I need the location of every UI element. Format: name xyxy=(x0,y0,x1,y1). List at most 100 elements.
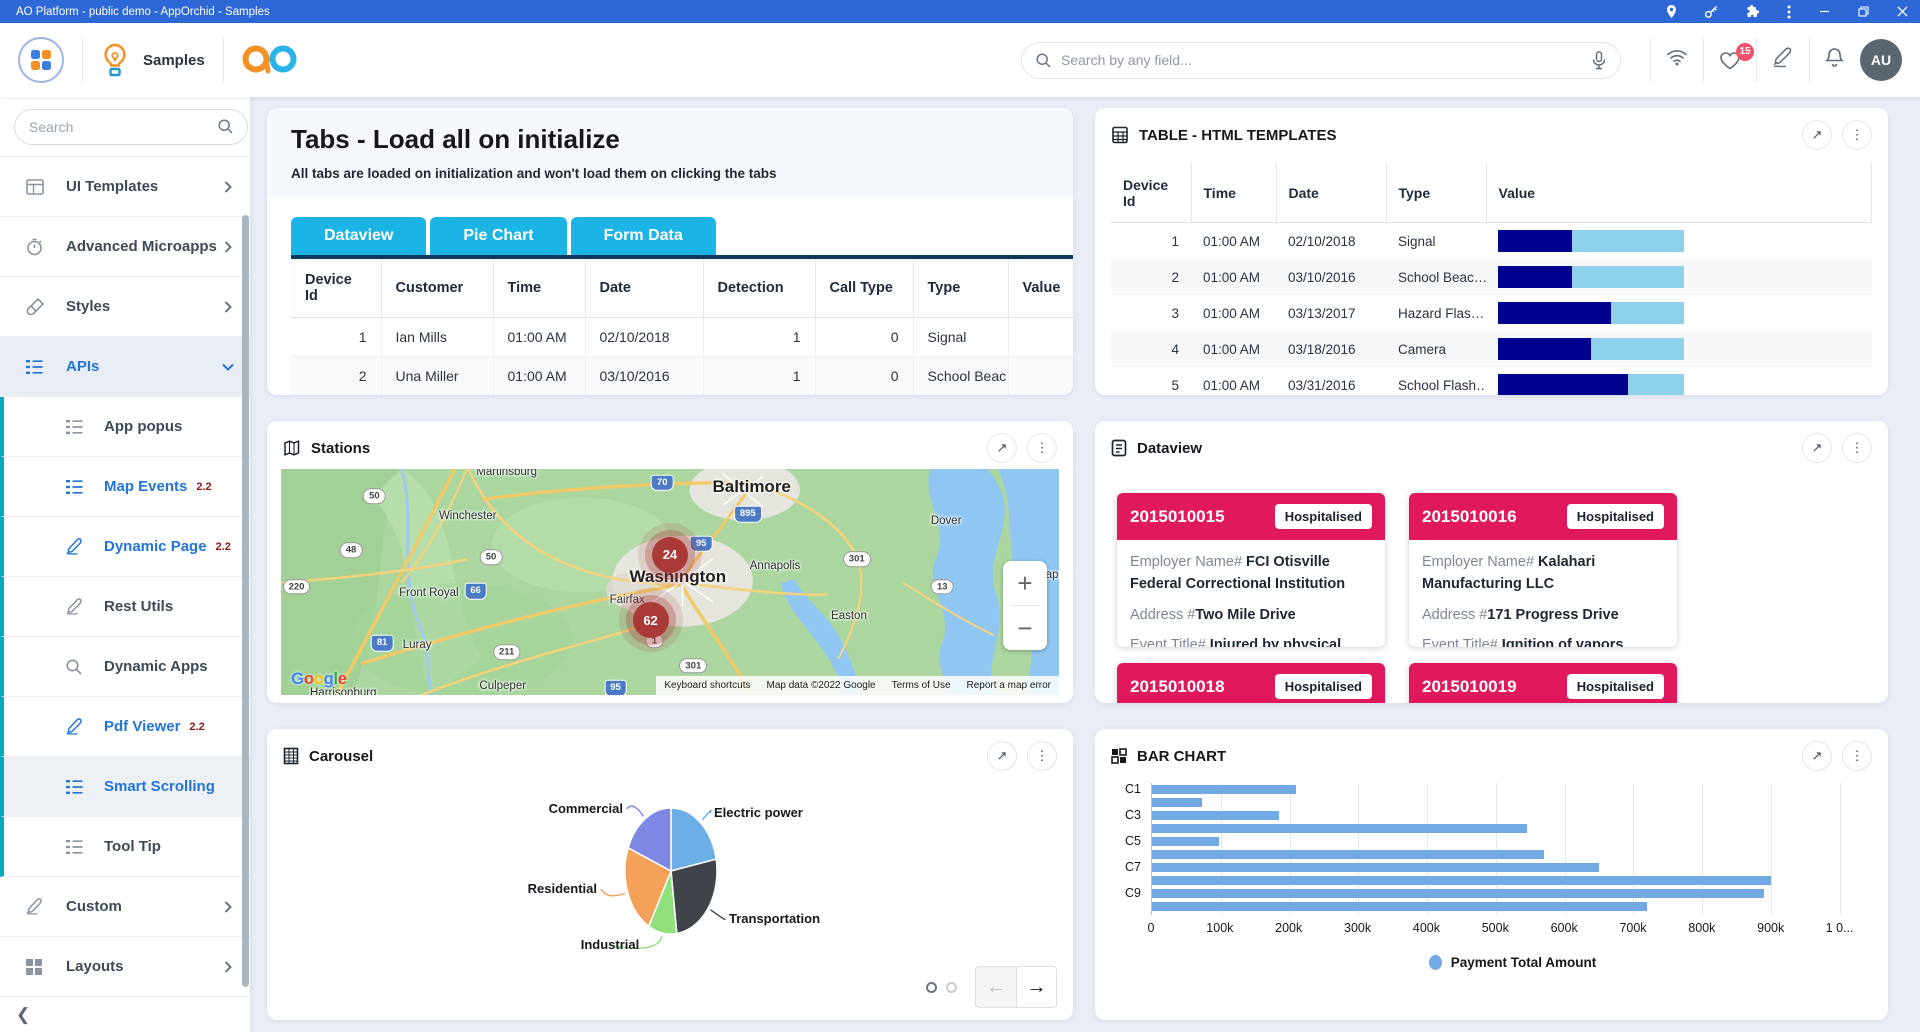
tabs-data-table: Device IdCustomerTimeDateDetectionCall T… xyxy=(291,259,1073,395)
sidebar-search-input[interactable] xyxy=(29,119,210,135)
divider xyxy=(1809,38,1810,82)
sidebar-item-label: Rest Utils xyxy=(104,598,173,615)
window-minimize-button[interactable] xyxy=(1819,6,1830,17)
table-cell: 02/10/2018 xyxy=(585,318,703,357)
bar-c8[interactable] xyxy=(1152,876,1771,885)
tab-pie-chart[interactable]: Pie Chart xyxy=(430,217,566,255)
wifi-icon[interactable] xyxy=(1666,49,1688,71)
map-cluster-marker[interactable]: 62 xyxy=(633,602,669,638)
microphone-icon[interactable] xyxy=(1592,51,1606,70)
notifications-bell-icon[interactable] xyxy=(1825,47,1844,74)
expand-icon[interactable]: ↗ xyxy=(1802,433,1832,463)
pie-slice[interactable] xyxy=(671,859,717,933)
chevron-right-icon xyxy=(224,961,232,973)
bar-c2[interactable] xyxy=(1152,798,1202,807)
bar-c4[interactable] xyxy=(1152,824,1527,833)
table-row: 2Una Miller01:00 AM03/10/201610School Be… xyxy=(291,357,1073,396)
sidebar-item-layouts[interactable]: Layouts xyxy=(0,937,250,997)
window-restore-button[interactable] xyxy=(1858,6,1869,17)
bar-c1[interactable] xyxy=(1152,785,1296,794)
value-bar xyxy=(1498,266,1684,288)
tab-dataview[interactable]: Dataview xyxy=(291,217,426,255)
sidebar-collapse-button[interactable]: ❮ xyxy=(0,996,250,1032)
sidebar-search xyxy=(0,97,250,157)
expand-icon[interactable]: ↗ xyxy=(1802,741,1832,771)
bar-c3[interactable] xyxy=(1152,811,1279,820)
divider xyxy=(82,37,83,83)
route-shield: 301 xyxy=(843,552,871,568)
sidebar-item-apis[interactable]: APIs xyxy=(0,337,250,397)
value-bar xyxy=(1498,230,1684,252)
bar-c6[interactable] xyxy=(1152,850,1544,859)
more-menu-icon[interactable]: ⋮ xyxy=(1842,120,1872,150)
sidebar-scrollbar[interactable] xyxy=(242,215,249,987)
table-cell: Signal xyxy=(913,318,1008,357)
sidebar-item-dynamic-page[interactable]: Dynamic Page2.2 xyxy=(0,517,250,577)
map-attribution-item[interactable]: Map data ©2022 Google xyxy=(758,676,883,695)
card-field: Address #Two Mile Drive xyxy=(1130,604,1372,626)
more-menu-icon[interactable]: ⋮ xyxy=(1842,741,1872,771)
document-icon xyxy=(1111,439,1127,457)
card-field: Event Title# Injured by physical xyxy=(1130,634,1372,647)
dataview-card[interactable]: 2015010015 Hospitalised Employer Name# F… xyxy=(1117,493,1385,647)
carousel-prev-button[interactable]: ← xyxy=(976,967,1016,1007)
carousel-dot[interactable] xyxy=(926,982,937,993)
sidebar-item-map-events[interactable]: Map Events2.2 xyxy=(0,457,250,517)
global-search-input[interactable] xyxy=(1061,52,1582,68)
bar-c5[interactable] xyxy=(1152,837,1219,846)
map-zoom-out-button[interactable]: − xyxy=(1003,606,1047,650)
map-zoom-in-button[interactable]: + xyxy=(1003,561,1047,605)
table-cell xyxy=(1008,357,1073,396)
dataview-card[interactable]: 2015010016 Hospitalised Employer Name# K… xyxy=(1409,493,1677,647)
browser-menu-icon[interactable] xyxy=(1787,5,1791,19)
bar-c7[interactable] xyxy=(1152,863,1599,872)
sidebar-item-smart-scrolling[interactable]: Smart Scrolling xyxy=(0,757,250,817)
sidebar-item-advanced-microapps[interactable]: Advanced Microapps xyxy=(0,217,250,277)
map-attribution-item[interactable]: Terms of Use xyxy=(884,676,959,695)
sidebar-item-rest-utils[interactable]: Rest Utils xyxy=(0,577,250,637)
sidebar-item-custom[interactable]: Custom xyxy=(0,877,250,937)
sidebar-item-dynamic-apps[interactable]: Dynamic Apps xyxy=(0,637,250,697)
bar-c9[interactable] xyxy=(1152,889,1764,898)
sidebar-item-pdf-viewer[interactable]: Pdf Viewer2.2 xyxy=(0,697,250,757)
map-city-label: Annapolis xyxy=(750,560,801,572)
map-cluster-marker[interactable]: 24 xyxy=(652,537,688,573)
map-attribution-item[interactable]: Keyboard shortcuts xyxy=(656,676,758,695)
panel-title: BAR CHART xyxy=(1137,748,1226,765)
sidebar: UI Templates Advanced Microapps Styles A… xyxy=(0,97,250,1032)
expand-icon[interactable]: ↗ xyxy=(987,741,1017,771)
tab-form-data[interactable]: Form Data xyxy=(571,217,716,255)
more-menu-icon[interactable]: ⋮ xyxy=(1027,741,1057,771)
stations-map[interactable]: + − Google Keyboard shortcutsMap data ©2… xyxy=(281,469,1059,695)
carousel-dot[interactable] xyxy=(946,982,957,993)
sidebar-item-styles[interactable]: Styles xyxy=(0,277,250,337)
ao-logo[interactable] xyxy=(242,41,298,80)
favorites-button[interactable]: 15 xyxy=(1719,51,1741,70)
dataview-card[interactable]: 2015010018 Hospitalised xyxy=(1117,663,1385,703)
y-tick-label: C1 xyxy=(1125,782,1141,796)
bar-c10[interactable] xyxy=(1152,902,1647,911)
global-search[interactable] xyxy=(1021,42,1621,79)
carousel-next-button[interactable]: → xyxy=(1016,967,1056,1007)
samples-app[interactable]: Samples xyxy=(101,43,205,77)
google-logo[interactable]: Google xyxy=(291,669,347,689)
extensions-puzzle-icon[interactable] xyxy=(1746,5,1759,18)
version-badge: 2.2 xyxy=(196,481,211,493)
more-menu-icon[interactable]: ⋮ xyxy=(1842,433,1872,463)
map-attribution-item[interactable]: Report a map error xyxy=(959,676,1059,695)
panel-table-html-templates: TABLE - HTML TEMPLATES ↗ ⋮ Device IdTime… xyxy=(1095,108,1888,395)
dataview-card[interactable]: 2015010019 Hospitalised xyxy=(1409,663,1677,703)
signature-pen-icon[interactable] xyxy=(1772,47,1794,73)
more-menu-icon[interactable]: ⋮ xyxy=(1027,433,1057,463)
map-icon xyxy=(283,439,301,457)
sidebar-item-app-popus[interactable]: App popus xyxy=(0,397,250,457)
expand-icon[interactable]: ↗ xyxy=(1802,120,1832,150)
window-close-button[interactable] xyxy=(1897,6,1908,17)
key-icon[interactable] xyxy=(1705,6,1718,18)
apporchid-logo[interactable] xyxy=(18,37,64,83)
sidebar-item-ui-templates[interactable]: UI Templates xyxy=(0,157,250,217)
location-pin-icon[interactable] xyxy=(1666,5,1677,18)
user-avatar[interactable]: AU xyxy=(1860,39,1902,81)
sidebar-item-tool-tip[interactable]: Tool Tip xyxy=(0,817,250,877)
expand-icon[interactable]: ↗ xyxy=(987,433,1017,463)
